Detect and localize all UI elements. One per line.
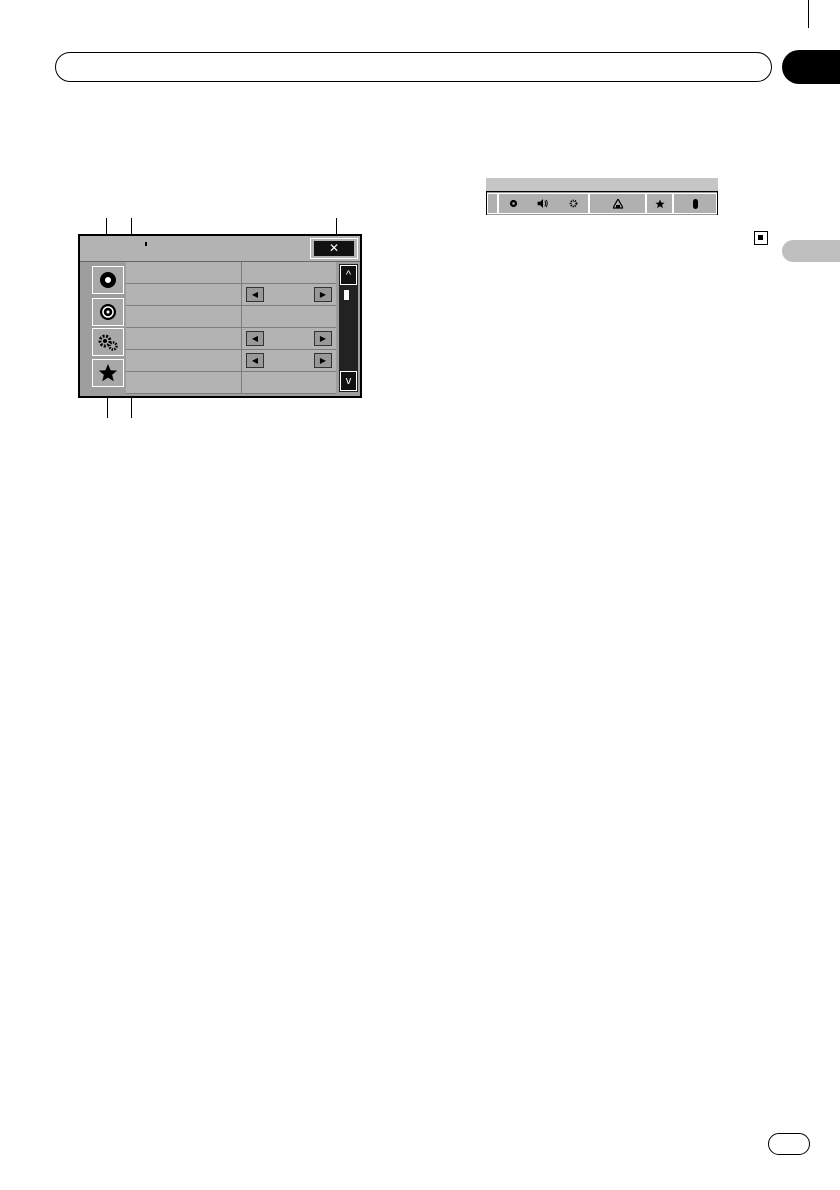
audio-settings-button[interactable] bbox=[92, 266, 124, 294]
bluetooth-icon bbox=[692, 198, 698, 209]
page-header-bar bbox=[55, 52, 772, 82]
increase-button[interactable]: ▶ bbox=[314, 287, 332, 302]
chapter-tab bbox=[782, 50, 840, 84]
settings-icon bbox=[98, 334, 118, 351]
list-item[interactable] bbox=[126, 262, 336, 284]
favorite-menu-button[interactable] bbox=[92, 359, 124, 387]
title-text-fragment bbox=[145, 242, 147, 246]
list-item[interactable] bbox=[126, 328, 336, 350]
disc-icon bbox=[509, 199, 517, 208]
bottom-bar-top bbox=[486, 178, 718, 192]
source-settings-button[interactable] bbox=[92, 298, 124, 326]
decrease-button[interactable]: ◀ bbox=[246, 353, 264, 368]
scroll-up-button[interactable]: ^ bbox=[340, 265, 357, 285]
page-number-badge bbox=[768, 1133, 810, 1155]
list-item[interactable] bbox=[126, 372, 336, 394]
list-item[interactable] bbox=[126, 350, 336, 372]
audio-settings-group[interactable] bbox=[498, 193, 589, 214]
scroll-thumb[interactable] bbox=[344, 290, 349, 300]
list-item[interactable] bbox=[126, 284, 336, 306]
increase-button[interactable]: ▶ bbox=[314, 353, 332, 368]
list-item[interactable] bbox=[126, 306, 336, 328]
theme-icon bbox=[612, 198, 623, 209]
settings-icon bbox=[569, 199, 578, 208]
scroll-down-button[interactable]: v bbox=[340, 371, 357, 391]
close-icon[interactable]: ✕ bbox=[314, 241, 354, 256]
section-tab bbox=[782, 240, 840, 262]
source-icon bbox=[100, 304, 116, 320]
bluetooth-button[interactable] bbox=[673, 193, 717, 214]
crop-mark bbox=[808, 0, 809, 28]
section-end-mark bbox=[754, 231, 768, 245]
increase-button[interactable]: ▶ bbox=[314, 331, 332, 346]
favorite-button[interactable] bbox=[646, 193, 673, 214]
system-settings-button[interactable] bbox=[92, 328, 124, 356]
bar-segment-blank bbox=[487, 193, 498, 214]
favorite-star-icon bbox=[98, 364, 118, 382]
disc-icon bbox=[100, 272, 116, 288]
favorite-star-icon bbox=[654, 199, 665, 208]
speaker-volume-icon bbox=[538, 199, 549, 208]
decrease-button[interactable]: ◀ bbox=[246, 287, 264, 302]
decrease-button[interactable]: ◀ bbox=[246, 331, 264, 346]
theme-button[interactable] bbox=[589, 193, 646, 214]
